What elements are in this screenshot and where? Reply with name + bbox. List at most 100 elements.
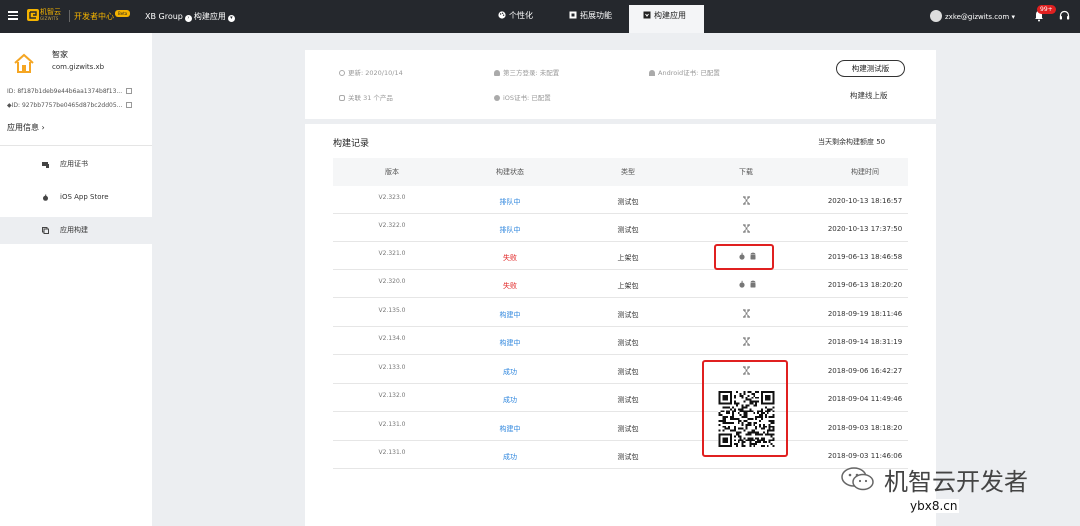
records-title: 构建记录 xyxy=(333,139,370,149)
chevron-right-icon: › xyxy=(184,15,192,22)
chevron-down-icon[interactable]: ▾ xyxy=(227,15,235,22)
version-cell: V2.322.0 xyxy=(378,222,406,229)
sidebar-item-app-build[interactable]: 应用构建 xyxy=(0,217,152,244)
copy-icon xyxy=(42,227,49,234)
watermark-url: ybx8.cn xyxy=(908,499,960,513)
type-cell: 测试包 xyxy=(617,226,639,234)
qrcode-image[interactable] xyxy=(718,391,775,447)
notification-badge: 99+ xyxy=(1037,5,1056,14)
qrcode-icon[interactable] xyxy=(739,196,754,205)
sidebar-item-app-certificate[interactable]: 应用证书 xyxy=(0,151,152,178)
build-quota: 当天剩余构建额度 50 xyxy=(818,138,886,146)
user-menu[interactable]: zxke@gizwits.com ▾ xyxy=(930,10,1015,22)
tab-label: 个性化 xyxy=(509,11,533,20)
ios-cert-text: iOS证书: 已配置 xyxy=(503,94,551,102)
certificate-icon xyxy=(42,162,49,168)
apple-icon xyxy=(494,95,500,101)
type-cell: 测试包 xyxy=(617,368,639,376)
table-row: V2.134.0 构建中 测试包 2018-09-14 18:31:19 xyxy=(333,327,908,355)
table-header: 版本 构建状态 类型 下载 构建时间 xyxy=(333,158,908,186)
update-date: 更新: 2020/10/14 xyxy=(339,67,403,77)
time-cell: 2019-06-13 18:46:58 xyxy=(827,253,903,261)
table-row: V2.135.0 构建中 测试包 2018-09-19 18:11:46 xyxy=(333,299,908,327)
build-icon xyxy=(643,11,651,19)
status-cell: 成功 xyxy=(503,453,517,461)
qrcode-icon[interactable] xyxy=(739,224,754,233)
breadcrumb: XB Group › 构建应用 ▾ xyxy=(145,11,237,22)
android-icon xyxy=(649,70,655,76)
tab-build-app[interactable]: 构建应用 xyxy=(629,5,704,33)
linked-products-text: 关联 31 个产品 xyxy=(348,94,393,102)
status-cell: 构建中 xyxy=(499,311,521,319)
version-cell: V2.131.0 xyxy=(378,421,406,428)
type-cell: 测试包 xyxy=(617,425,639,433)
divider xyxy=(0,145,152,146)
time-cell: 2018-09-06 16:42:27 xyxy=(827,367,903,375)
table-row: V2.322.0 排队中 测试包 2020-10-13 17:37:50 xyxy=(333,214,908,242)
apple-icon xyxy=(43,194,48,201)
sidebar-item-label: 应用证书 xyxy=(60,160,88,168)
app-info-link[interactable]: 应用信息 › xyxy=(7,122,45,133)
breadcrumb-group[interactable]: XB Group xyxy=(145,12,183,21)
status-cell: 排队中 xyxy=(499,198,521,206)
time-cell: 2018-09-03 18:18:20 xyxy=(827,424,903,432)
gizwits-logo-icon[interactable] xyxy=(27,9,39,21)
table-row: V2.321.0 失败 上架包 2019-06-13 18:46:58 xyxy=(333,242,908,270)
sidebar-item-label: 应用构建 xyxy=(60,226,88,234)
avatar xyxy=(930,10,942,22)
column-header-type: 类型 xyxy=(621,168,635,176)
status-cell: 成功 xyxy=(503,368,517,376)
qrcode-icon[interactable] xyxy=(739,337,754,346)
sidebar-item-ios-app-store[interactable]: iOS App Store xyxy=(0,184,152,211)
type-cell: 测试包 xyxy=(617,311,639,319)
build-test-button[interactable]: 构建测试版 xyxy=(836,60,905,77)
version-cell: V2.323.0 xyxy=(378,194,406,201)
table-row: V2.131.0 成功 测试包 2018-09-03 11:46:06 xyxy=(333,441,908,469)
sidebar-item-label: iOS App Store xyxy=(60,193,109,201)
watermark-text: 机智云开发者 xyxy=(884,468,1028,496)
type-cell: 测试包 xyxy=(617,453,639,461)
highlight-box-download-icons xyxy=(714,244,774,270)
qrcode-icon[interactable] xyxy=(739,309,754,318)
type-cell: 上架包 xyxy=(617,254,639,262)
type-cell: 上架包 xyxy=(617,282,639,290)
breadcrumb-page[interactable]: 构建应用 xyxy=(194,12,226,21)
beta-badge: Beta xyxy=(115,10,131,17)
dev-center-link[interactable]: 开发者中心 xyxy=(74,11,114,22)
wechat-logo-icon xyxy=(841,467,874,491)
tab-label: 构建应用 xyxy=(654,11,686,20)
brand-name-en: GIZWITS xyxy=(40,16,59,21)
brand-divider xyxy=(69,10,70,22)
version-cell: V2.132.0 xyxy=(378,392,406,399)
menu-icon[interactable] xyxy=(8,11,18,20)
time-cell: 2020-10-13 17:37:50 xyxy=(827,225,903,233)
copy-icon[interactable] xyxy=(126,88,133,94)
tab-extensions[interactable]: 拓展功能 xyxy=(555,5,626,33)
headset-icon[interactable] xyxy=(1059,10,1070,22)
build-online-button[interactable]: 构建线上版 xyxy=(850,90,888,101)
table-row: V2.133.0 成功 测试包 2018-09-06 16:42:27 xyxy=(333,356,908,384)
column-header-version: 版本 xyxy=(385,168,399,176)
ios-cert-status: iOS证书: 已配置 xyxy=(494,92,551,102)
app-info-label: 应用信息 xyxy=(7,123,39,132)
apple-android-download-icon[interactable] xyxy=(736,280,760,289)
time-cell: 2018-09-19 18:11:46 xyxy=(827,310,903,318)
top-bar: 机智云 GIZWITS 开发者中心 Beta XB Group › 构建应用 ▾ 个性… xyxy=(0,0,1080,33)
third-party-login: 第三方登录: 未配置 xyxy=(494,67,559,77)
user-icon xyxy=(494,70,500,76)
ios-app-id: ID: 8f187b1deb9e44b6aa1374b8f13... xyxy=(7,88,133,95)
time-cell: 2020-10-13 18:16:57 xyxy=(827,197,903,205)
android-id-text: ID: 927bb7757be0465d87bc2dd05... xyxy=(11,102,123,109)
copy-icon[interactable] xyxy=(126,102,133,108)
android-cert-text: Android证书: 已配置 xyxy=(658,69,720,77)
tab-personalize[interactable]: 个性化 xyxy=(484,5,547,33)
linked-products: 关联 31 个产品 xyxy=(339,92,393,102)
table-row: V2.323.0 排队中 测试包 2020-10-13 18:16:57 xyxy=(333,186,908,214)
type-cell: 测试包 xyxy=(617,339,639,347)
update-date-text: 更新: 2020/10/14 xyxy=(348,69,403,77)
table-row: V2.320.0 失败 上架包 2019-06-13 18:20:20 xyxy=(333,270,908,298)
house-icon xyxy=(14,53,34,73)
user-email: zxke@gizwits.com ▾ xyxy=(945,13,1015,21)
tab-label: 拓展功能 xyxy=(580,11,612,20)
status-cell: 失败 xyxy=(503,254,517,262)
